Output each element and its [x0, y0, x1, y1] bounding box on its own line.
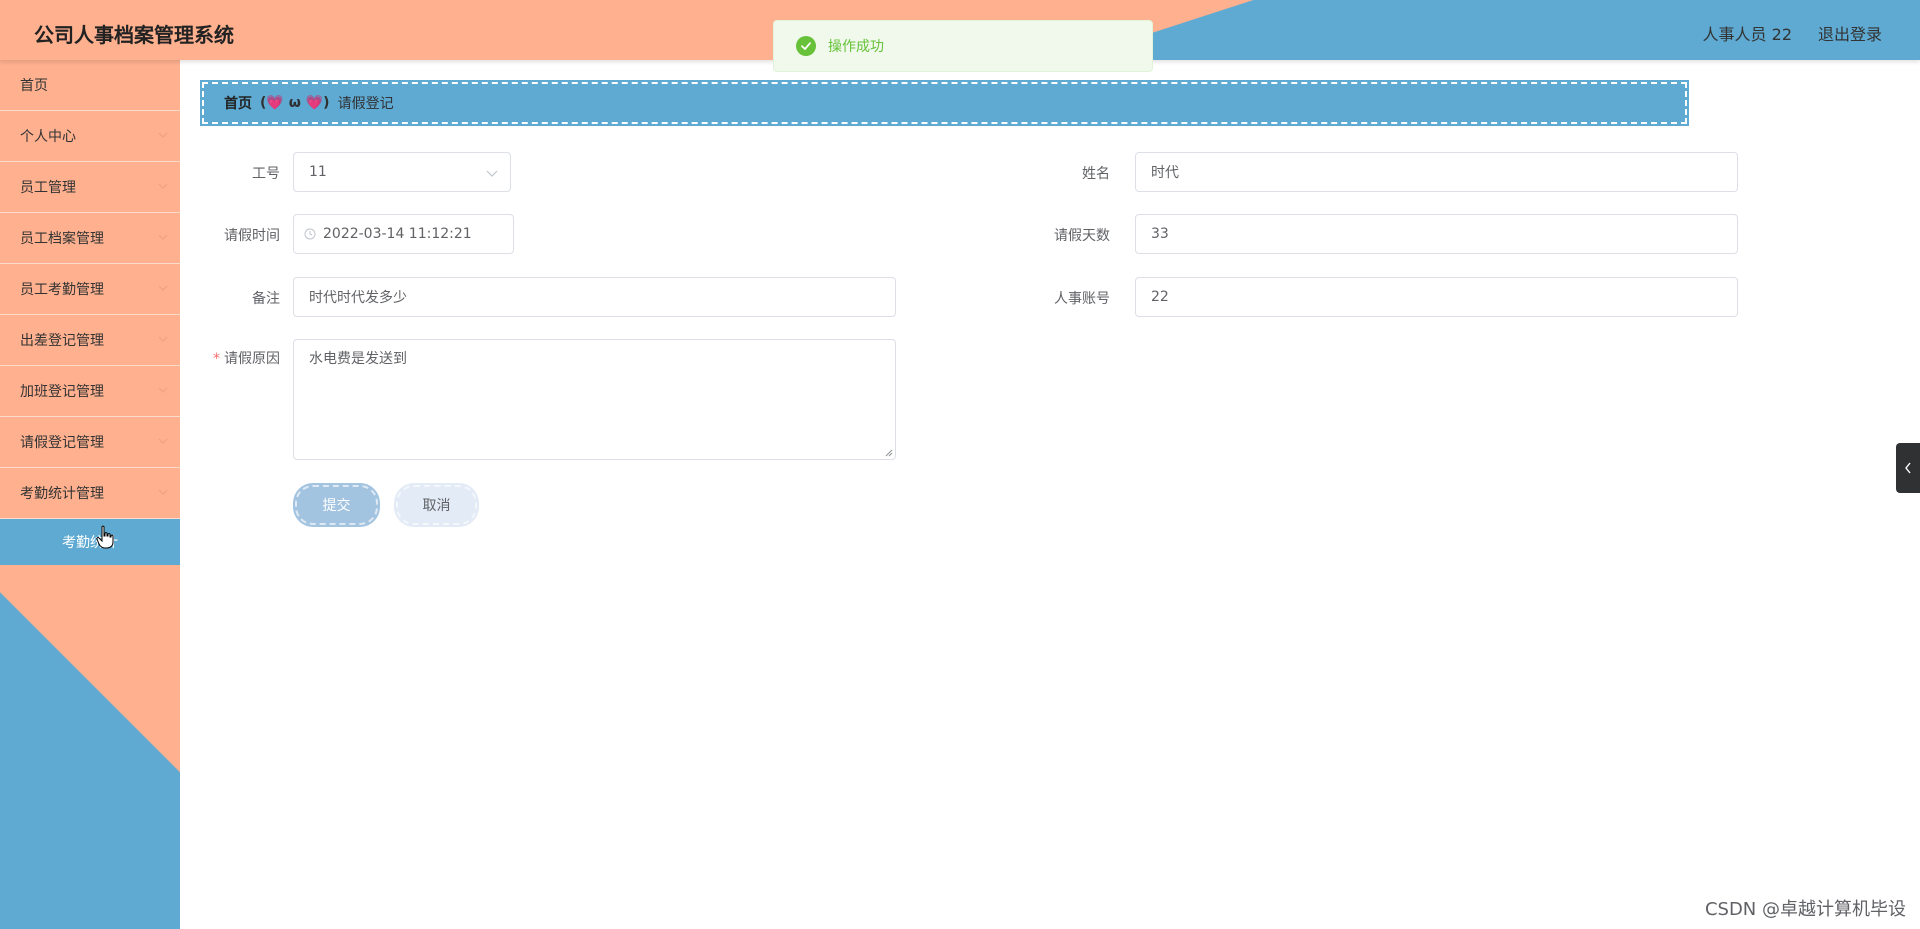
sidebar-item-label: 个人中心: [20, 129, 76, 145]
breadcrumb: 首页 (💗 ω 💗) 请假登记: [202, 82, 1687, 124]
chevron-down-icon: [158, 285, 168, 291]
sidebar-item-label: 考勤统计管理: [20, 486, 104, 502]
sidebar-item-leave[interactable]: 请假登记管理: [0, 417, 180, 468]
remark-value: 时代时代发多少: [309, 290, 407, 306]
leave-reason-label-text: 请假原因: [224, 351, 280, 367]
leave-days-field[interactable]: 33: [1135, 214, 1738, 254]
sidebar-item-label: 首页: [20, 78, 48, 94]
chevron-down-icon: [158, 387, 168, 393]
clock-icon: [304, 228, 316, 240]
chevron-down-icon: [486, 170, 498, 177]
sidebar-subitem-attendance-stats[interactable]: 考勤统计: [0, 519, 180, 565]
sidebar-item-employee-archive[interactable]: 员工档案管理: [0, 213, 180, 264]
chevron-down-icon: [158, 183, 168, 189]
employee-no-select[interactable]: 11: [293, 152, 511, 192]
current-user: 人事人员 22: [1702, 25, 1792, 44]
sidebar-item-personal-center[interactable]: 个人中心: [0, 111, 180, 162]
leave-time-value: 2022-03-14 11:12:21: [323, 226, 472, 242]
cancel-button[interactable]: 取消: [396, 485, 477, 525]
hr-account-value: 22: [1151, 289, 1169, 305]
required-asterisk: *: [213, 351, 220, 367]
sidebar-item-employee-management[interactable]: 员工管理: [0, 162, 180, 213]
chevron-down-icon: [158, 132, 168, 138]
employee-no-value: 11: [309, 164, 327, 180]
chevron-left-icon: [1905, 462, 1911, 474]
logout-link[interactable]: 退出登录: [1818, 21, 1882, 45]
leave-time-picker[interactable]: 2022-03-14 11:12:21: [293, 214, 514, 254]
sidebar-item-label: 出差登记管理: [20, 333, 104, 349]
toast-message: 操作成功: [828, 39, 884, 55]
app-title: 公司人事档案管理系统: [34, 23, 234, 47]
sidebar-item-overtime[interactable]: 加班登记管理: [0, 366, 180, 417]
sidebar-item-label: 员工考勤管理: [20, 282, 104, 298]
name-value: 时代: [1151, 165, 1179, 181]
leave-reason-textarea[interactable]: 水电费是发送到: [293, 339, 896, 460]
sidebar-item-home[interactable]: 首页: [0, 60, 180, 111]
sidebar-item-label: 请假登记管理: [20, 435, 104, 451]
sidebar-item-label: 员工档案管理: [20, 231, 104, 247]
leave-days-label: 请假天数: [1054, 228, 1110, 244]
chevron-down-icon: [158, 489, 168, 495]
sidebar-item-label: 加班登记管理: [20, 384, 104, 400]
sidebar: 首页 个人中心 员工管理 员工档案管理 员工考勤管理 出差登记管理 加班登记管理…: [0, 60, 180, 929]
sidebar-item-business-trip[interactable]: 出差登记管理: [0, 315, 180, 366]
remark-label: 备注: [252, 291, 280, 307]
sidebar-item-attendance-stats[interactable]: 考勤统计管理: [0, 468, 180, 519]
name-field[interactable]: 时代: [1135, 152, 1738, 192]
check-circle-icon: [796, 36, 816, 56]
breadcrumb-current: 请假登记: [337, 96, 394, 112]
leave-reason-label: * 请假原因: [180, 348, 280, 368]
leave-reason-value: 水电费是发送到: [309, 351, 407, 367]
breadcrumb-separator: (💗 ω 💗): [260, 95, 330, 111]
hand-cursor-icon: [96, 525, 114, 549]
main-content: 首页 (💗 ω 💗) 请假登记 工号 11 姓名 时代 请假时间 2022-03…: [180, 60, 1920, 929]
chevron-down-icon: [158, 234, 168, 240]
leave-days-value: 33: [1151, 226, 1169, 242]
submit-button[interactable]: 提交: [295, 485, 378, 525]
right-panel-toggle[interactable]: [1896, 443, 1920, 493]
resize-grip-icon[interactable]: [885, 449, 893, 457]
breadcrumb-home[interactable]: 首页: [224, 93, 252, 113]
employee-no-label: 工号: [252, 166, 280, 182]
sidebar-item-label: 员工管理: [20, 180, 76, 196]
watermark: CSDN @卓越计算机毕设: [1704, 899, 1906, 920]
chevron-down-icon: [158, 438, 168, 444]
leave-time-label: 请假时间: [224, 228, 280, 244]
sidebar-item-attendance[interactable]: 员工考勤管理: [0, 264, 180, 315]
hr-account-label: 人事账号: [1054, 291, 1110, 307]
name-label: 姓名: [1082, 166, 1110, 182]
hr-account-field[interactable]: 22: [1135, 277, 1738, 317]
remark-field[interactable]: 时代时代发多少: [293, 277, 896, 317]
success-toast: 操作成功: [773, 20, 1153, 72]
chevron-down-icon: [158, 336, 168, 342]
